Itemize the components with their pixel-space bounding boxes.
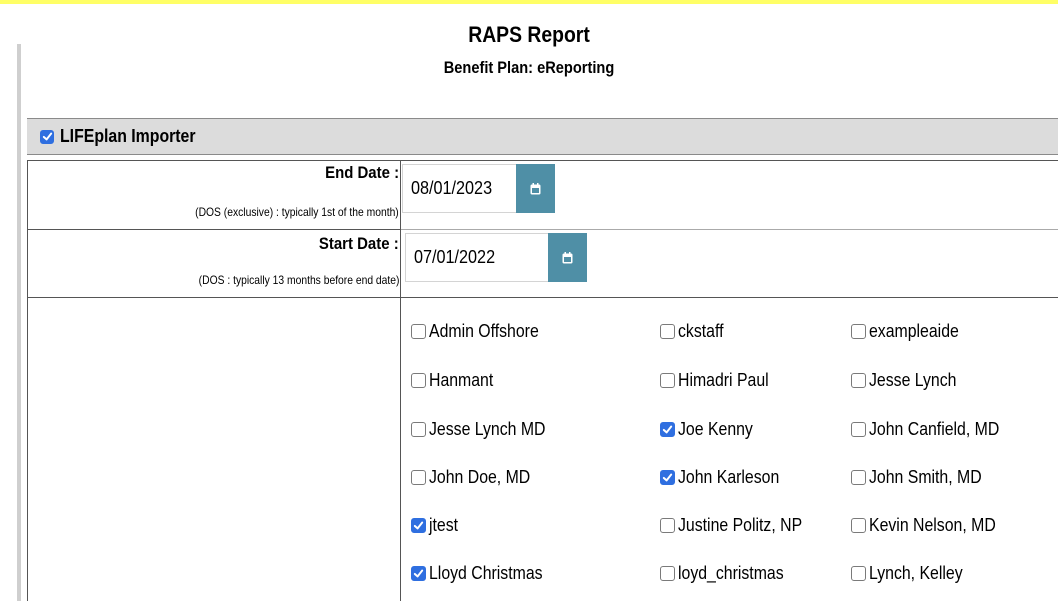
user-name: ckstaff (678, 320, 724, 341)
user-checkbox[interactable] (851, 323, 866, 339)
user-checkbox[interactable] (851, 372, 866, 388)
start-date-label: Start Date : (319, 234, 399, 253)
user-checkbox[interactable] (851, 469, 866, 485)
user-checkbox[interactable] (411, 565, 426, 581)
user-option[interactable]: exampleaide (851, 316, 971, 346)
user-option[interactable]: John Smith, MD (851, 462, 997, 492)
page-subtitle: Benefit Plan: eReporting (443, 58, 615, 77)
user-option[interactable]: Justine Politz, NP (660, 510, 819, 540)
user-checkbox[interactable] (660, 517, 675, 533)
user-option[interactable]: Kevin Nelson, MD (851, 510, 1013, 540)
user-option[interactable]: Jesse Lynch MD (411, 414, 561, 444)
calendar-icon (530, 182, 541, 194)
left-scroll-edge (17, 44, 21, 601)
end-date-label: End Date : (325, 163, 399, 182)
user-checkbox[interactable] (411, 517, 426, 533)
user-name: Hanmant (429, 369, 494, 390)
user-option[interactable]: Hanmant (411, 365, 502, 395)
checkmark-icon (662, 473, 673, 481)
user-option[interactable]: ckstaff (660, 316, 730, 346)
user-checkbox[interactable] (851, 565, 866, 581)
calendar-icon (562, 251, 573, 263)
user-option[interactable]: John Canfield, MD (851, 414, 1017, 444)
end-date-hint: (DOS (exclusive) : typically 1st of the … (195, 205, 399, 219)
user-checkbox[interactable] (411, 372, 426, 388)
user-name: Admin Offshore (429, 320, 539, 341)
user-checkbox[interactable] (411, 323, 426, 339)
end-date-calendar-button[interactable] (516, 164, 555, 213)
user-option[interactable]: Admin Offshore (411, 316, 554, 346)
user-name: John Smith, MD (869, 466, 982, 487)
user-option[interactable]: Jesse Lynch (851, 365, 968, 395)
user-option[interactable]: Joe Kenny (660, 414, 763, 444)
end-date-label-cell: End Date : (DOS (exclusive) : typically … (27, 160, 400, 229)
row-divider (27, 297, 1058, 298)
user-name: John Doe, MD (429, 466, 531, 487)
checkmark-icon (413, 569, 424, 577)
user-checkbox[interactable] (411, 421, 426, 437)
section-checkbox[interactable] (40, 129, 54, 144)
column-divider (400, 160, 401, 601)
start-date-input[interactable]: 07/01/2022 (405, 233, 549, 282)
user-name: loyd_christmas (678, 562, 784, 583)
user-name: Joe Kenny (678, 418, 753, 439)
start-date-label-cell: Start Date : (DOS : typically 13 months … (27, 229, 400, 297)
checkmark-icon (662, 425, 673, 433)
start-date-calendar-button[interactable] (548, 233, 587, 282)
user-checkbox[interactable] (660, 372, 675, 388)
user-name: exampleaide (869, 320, 959, 341)
user-name: Jesse Lynch MD (429, 418, 546, 439)
user-name: John Canfield, MD (869, 418, 1000, 439)
user-checkbox[interactable] (411, 469, 426, 485)
user-option[interactable]: Lynch, Kelley (851, 558, 975, 588)
user-name: Himadri Paul (678, 369, 769, 390)
user-checkbox[interactable] (660, 323, 675, 339)
user-name: jtest (429, 514, 459, 535)
user-checkbox[interactable] (851, 517, 866, 533)
end-date-input[interactable]: 08/01/2023 (402, 164, 517, 213)
user-checkbox[interactable] (660, 565, 675, 581)
user-option[interactable]: John Karleson (660, 462, 793, 492)
section-label: LIFEplan Importer (60, 126, 196, 146)
user-option[interactable]: Himadri Paul (660, 365, 781, 395)
row-divider (400, 229, 1058, 230)
user-checkbox[interactable] (660, 421, 675, 437)
checkmark-icon (42, 132, 52, 141)
checkmark-icon (413, 521, 424, 529)
user-name: Lloyd Christmas (429, 562, 543, 583)
user-name: Lynch, Kelley (869, 562, 963, 583)
page-title: RAPS Report (468, 22, 590, 47)
user-checkbox[interactable] (660, 469, 675, 485)
section-header: LIFEplan Importer (27, 118, 1058, 155)
user-name: John Karleson (678, 466, 780, 487)
user-checkbox[interactable] (851, 421, 866, 437)
user-name: Jesse Lynch (869, 369, 957, 390)
top-border (0, 0, 1058, 4)
user-name: Kevin Nelson, MD (869, 514, 996, 535)
user-option[interactable]: John Doe, MD (411, 462, 544, 492)
user-option[interactable]: jtest (411, 510, 462, 540)
user-option[interactable]: Lloyd Christmas (411, 558, 558, 588)
user-option[interactable]: loyd_christmas (660, 558, 798, 588)
start-date-hint: (DOS : typically 13 months before end da… (198, 273, 399, 287)
user-name: Justine Politz, NP (678, 514, 803, 535)
